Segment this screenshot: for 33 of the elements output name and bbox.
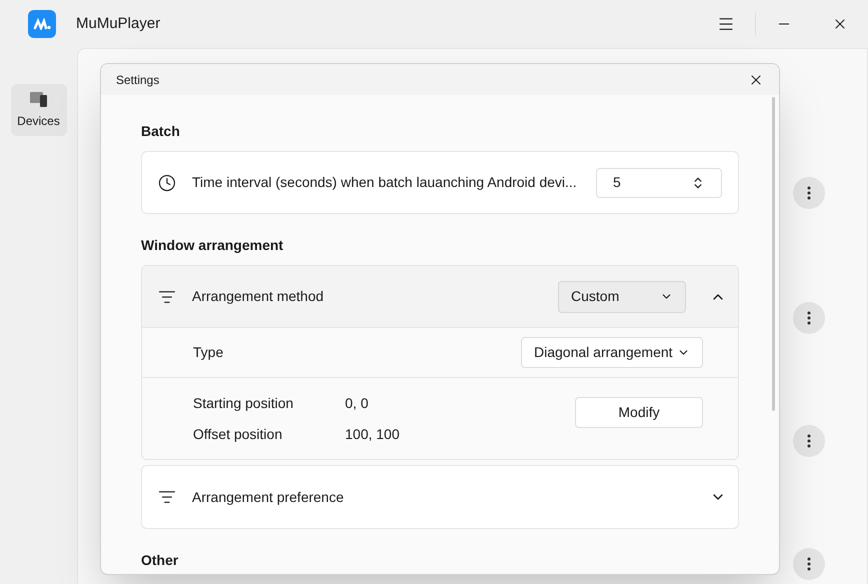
setting-label: Time interval (seconds) when batch lauanching Android devi... [192,173,578,192]
section-heading: Window arrangement [141,236,284,255]
setting-label: Arrangement method [192,287,325,306]
devices-icon [28,90,48,108]
more-button[interactable] [793,548,825,580]
dropdown[interactable]: Custom [558,280,686,312]
more-button[interactable] [793,302,825,334]
modify-button[interactable]: Modify [575,397,703,428]
number-field[interactable]: 5 [596,168,722,198]
position-label: Starting position [193,394,294,413]
more-button[interactable] [793,425,825,457]
clock-icon [158,174,176,192]
position-label: Offset position [193,424,284,444]
more-icon [807,311,811,325]
expander-header[interactable]: Arrangement preference [142,466,738,528]
section-heading: Batch [141,122,181,141]
app-logo-icon [28,10,56,38]
sidebar-item[interactable]: Devices [10,84,66,136]
more-button[interactable] [793,177,825,209]
app-title: MuMuPlayer [76,14,160,34]
list-settings-icon [158,488,176,506]
expander-header[interactable]: Arrangement method Custom [142,266,738,328]
menu-icon[interactable] [717,15,735,33]
more-icon [807,186,811,200]
type-label: Type [193,343,224,362]
dropdown[interactable]: Diagonal arrangement [521,337,703,368]
section-heading: Other [141,551,180,570]
dialog-title: Settings [116,72,160,88]
position-value: 100, 100 [345,424,400,444]
more-icon [807,434,811,448]
setting-label: Arrangement preference [192,488,345,507]
more-icon [807,557,811,571]
position-value: 0, 0 [345,394,368,412]
